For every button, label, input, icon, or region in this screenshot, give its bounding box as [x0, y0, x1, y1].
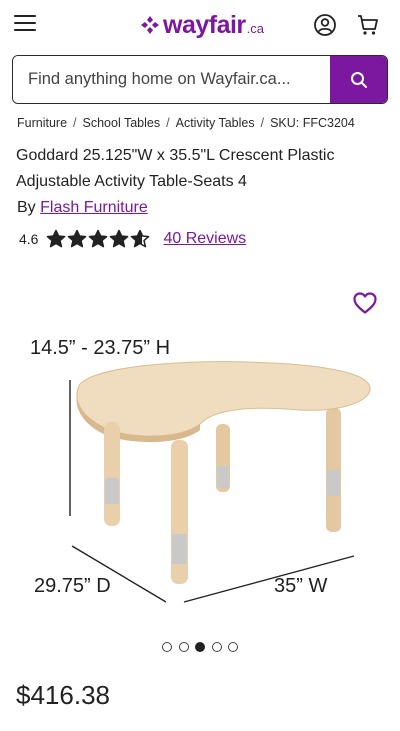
price: $416.38	[16, 680, 110, 710]
star-icon	[131, 229, 150, 248]
table-front-leg	[171, 440, 188, 584]
search-bar	[12, 55, 388, 104]
menu-icon[interactable]	[14, 15, 36, 33]
carousel-dot[interactable]	[178, 642, 189, 652]
star-icon	[89, 229, 108, 248]
wayfair-logo[interactable]: wayfair .ca	[139, 11, 264, 39]
carousel-dot[interactable]	[195, 642, 205, 652]
sku-label: SKU: FFC3204	[270, 116, 355, 130]
carousel-dot[interactable]	[162, 642, 172, 652]
breadcrumb-separator: /	[260, 116, 265, 130]
width-dimension-line	[183, 555, 355, 603]
table-back-leg	[326, 408, 341, 532]
height-dimension-label: 14.5” - 23.75” H	[30, 337, 170, 359]
breadcrumb-separator: /	[73, 116, 77, 130]
product-image[interactable]: 14.5” - 23.75” H 29.75” D 35” W	[0, 320, 400, 620]
heart-icon[interactable]	[352, 291, 378, 315]
product-title: Goddard 25.125"W x 35.5"L Crescent Plast…	[16, 147, 335, 190]
rating-row: 4.6 40 Reviews	[19, 228, 246, 250]
star-icon	[47, 229, 66, 248]
search-icon	[350, 71, 367, 88]
logo-text: wayfair	[163, 10, 246, 39]
carousel-dot[interactable]	[211, 642, 222, 652]
table-back-leg	[216, 424, 230, 492]
star-rating	[46, 229, 151, 249]
logo-tld: .ca	[246, 20, 265, 36]
breadcrumb-activity-tables[interactable]: Activity Tables	[176, 116, 255, 130]
breadcrumb-furniture[interactable]: Furniture	[17, 116, 67, 130]
brand-link[interactable]: Flash Furniture	[40, 199, 148, 216]
carousel-dot[interactable]	[228, 642, 238, 652]
top-bar: wayfair .ca	[0, 0, 400, 50]
account-icon[interactable]	[313, 13, 337, 37]
breadcrumb-separator: /	[166, 116, 170, 130]
table-front-leg	[104, 422, 120, 526]
brand-line: By Flash Furniture	[17, 199, 148, 217]
rating-value: 4.6	[19, 231, 39, 247]
depth-dimension-label: 29.75” D	[34, 575, 111, 597]
by-label: By	[17, 199, 36, 216]
search-button[interactable]	[330, 56, 387, 103]
star-icon	[110, 229, 129, 248]
breadcrumb: Furniture / School Tables / Activity Tables /…	[17, 116, 355, 130]
star-icon	[68, 229, 87, 248]
width-dimension-label: 35” W	[274, 575, 327, 597]
logo-pinwheel-icon	[141, 16, 159, 34]
cart-icon[interactable]	[356, 13, 380, 37]
carousel-dots	[162, 642, 245, 652]
search-input[interactable]	[13, 56, 330, 103]
reviews-link[interactable]: 40 Reviews	[163, 230, 246, 248]
breadcrumb-school-tables[interactable]: School Tables	[83, 116, 161, 130]
